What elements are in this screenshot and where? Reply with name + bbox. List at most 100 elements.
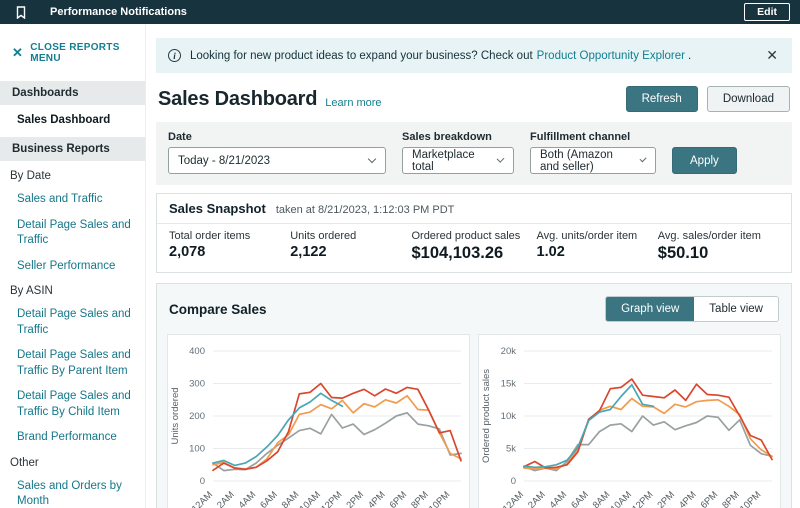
close-reports-menu-label: CLOSE REPORTS MENU: [30, 42, 135, 64]
sales-breakdown-select[interactable]: Marketplace total: [402, 147, 514, 174]
stat-value: $50.10: [658, 244, 779, 263]
graph-view-button[interactable]: Graph view: [606, 297, 694, 321]
sales-snapshot-card: Sales Snapshot taken at 8/21/2023, 1:12:…: [156, 193, 792, 273]
svg-text:10PM: 10PM: [738, 489, 763, 508]
stat-value: 2,122: [290, 244, 411, 260]
sidebar-item-dashboards: Dashboards: [0, 81, 145, 105]
svg-text:0: 0: [511, 476, 516, 487]
sidebar-item-sales-dashboard[interactable]: Sales Dashboard: [0, 108, 145, 134]
date-select[interactable]: Today - 8/21/2023: [168, 147, 386, 174]
sidebar-item-seller-performance[interactable]: Seller Performance: [0, 254, 145, 280]
sales-breakdown-label: Sales breakdown: [402, 131, 514, 143]
product-opportunity-explorer-link[interactable]: Product Opportunity Explorer: [537, 50, 685, 62]
svg-text:4PM: 4PM: [366, 489, 388, 508]
charts-row: 010020030040012AM2AM4AM6AM8AM10AM12PM2PM…: [157, 332, 791, 508]
svg-text:4PM: 4PM: [677, 489, 699, 508]
stat-ordered-product-sales: Ordered product sales$104,103.26: [411, 230, 536, 263]
stat-units-ordered: Units ordered 2,122: [290, 230, 411, 263]
stat-label: Avg. sales/order item: [658, 230, 779, 242]
svg-text:10AM: 10AM: [609, 489, 634, 508]
sales-snapshot-header: Sales Snapshot taken at 8/21/2023, 1:12:…: [157, 194, 791, 224]
sidebar-items: Dashboards Sales Dashboard Business Report…: [0, 81, 145, 508]
snapshot-timestamp: taken at 8/21/2023, 1:12:03 PM PDT: [276, 204, 455, 216]
svg-text:6AM: 6AM: [258, 489, 280, 508]
close-reports-menu-button[interactable]: ✕ CLOSE REPORTS MENU: [0, 40, 145, 78]
stat-avg-sales-order-item: Avg. sales/order item $50.10: [658, 230, 779, 263]
close-icon: ✕: [12, 48, 23, 58]
compare-sales-header: Compare Sales Graph view Table view: [157, 284, 791, 332]
svg-text:2AM: 2AM: [215, 489, 237, 508]
ordered-product-sales-chart: 05k10k15k20k12AM2AM4AM6AM8AM10AM12PM2PM4…: [479, 335, 780, 508]
sidebar-item-detail-page-sales-and-traffic[interactable]: Detail Page Sales and Traffic: [0, 213, 145, 254]
sidebar-item-detail-page-sales-and-traffic[interactable]: Detail Page Sales and Traffic: [0, 302, 145, 343]
table-view-button[interactable]: Table view: [694, 297, 778, 321]
refresh-button[interactable]: Refresh: [626, 86, 698, 112]
sidebar-item-sales-and-orders-by-month[interactable]: Sales and Orders by Month: [0, 474, 145, 508]
bookmark-icon: [16, 6, 26, 19]
svg-text:12AM: 12AM: [190, 489, 215, 508]
units-ordered-chart-panel: 010020030040012AM2AM4AM6AM8AM10AM12PM2PM…: [167, 334, 470, 508]
svg-text:100: 100: [189, 444, 205, 455]
series-orange: [213, 396, 461, 469]
chevron-down-icon: [639, 155, 646, 162]
svg-text:4AM: 4AM: [548, 489, 570, 508]
svg-text:Units ordered: Units ordered: [170, 387, 181, 444]
chevron-down-icon: [496, 155, 504, 163]
fulfillment-channel-select-value: Both (Amazon and seller): [540, 149, 631, 173]
sales-breakdown-select-value: Marketplace total: [412, 149, 488, 173]
svg-text:0: 0: [200, 476, 205, 487]
sales-snapshot-title: Sales Snapshot: [169, 201, 266, 216]
fulfillment-channel-label: Fulfillment channel: [530, 131, 656, 143]
apply-button[interactable]: Apply: [672, 147, 737, 174]
sidebar-item-by-date: By Date: [0, 164, 145, 187]
svg-text:4AM: 4AM: [237, 489, 259, 508]
topbar-title: Performance Notifications: [50, 6, 187, 18]
date-label: Date: [168, 131, 386, 143]
svg-text:10k: 10k: [501, 411, 517, 422]
stat-label: Total order items: [169, 230, 290, 242]
series-teal: [524, 385, 653, 468]
banner-text: Looking for new product ideas to expand …: [190, 50, 533, 62]
ordered-product-sales-chart-panel: 05k10k15k20k12AM2AM4AM6AM8AM10AM12PM2PM4…: [478, 334, 781, 508]
view-toggle: Graph view Table view: [605, 296, 779, 322]
fulfillment-channel-select[interactable]: Both (Amazon and seller): [530, 147, 656, 174]
sidebar-item-sales-and-traffic[interactable]: Sales and Traffic: [0, 187, 145, 213]
date-select-value: Today - 8/21/2023: [178, 155, 270, 167]
compare-sales-title: Compare Sales: [169, 302, 267, 317]
svg-text:6AM: 6AM: [569, 489, 591, 508]
sidebar-item-other: Other: [0, 451, 145, 474]
stat-value: 2,078: [169, 244, 290, 260]
svg-text:10AM: 10AM: [298, 489, 323, 508]
sidebar-item-detail-page-sales-and-traffic-by-child-item[interactable]: Detail Page Sales and Traffic By Child I…: [0, 384, 145, 425]
svg-text:300: 300: [189, 379, 205, 390]
stat-value: $104,103.26: [411, 244, 536, 263]
banner-close-icon[interactable]: ✕: [764, 47, 780, 64]
date-field: Date Today - 8/21/2023: [168, 131, 386, 174]
svg-text:10PM: 10PM: [427, 489, 452, 508]
sidebar-item-by-asin: By ASIN: [0, 279, 145, 302]
edit-button[interactable]: Edit: [744, 3, 790, 21]
sales-breakdown-field: Sales breakdown Marketplace total: [402, 131, 514, 174]
sidebar-item-brand-performance[interactable]: Brand Performance: [0, 425, 145, 451]
svg-text:20k: 20k: [501, 346, 517, 357]
download-button[interactable]: Download: [707, 86, 790, 112]
svg-text:6PM: 6PM: [699, 489, 721, 508]
stat-label: Units ordered: [290, 230, 411, 242]
stat-avg-units-order-item: Avg. units/order item1.02: [537, 230, 658, 263]
series-red: [213, 384, 461, 471]
learn-more-link[interactable]: Learn more: [325, 97, 381, 109]
svg-text:2PM: 2PM: [655, 489, 677, 508]
stat-total-order-items: Total order items 2,078: [169, 230, 290, 263]
snapshot-stats: Total order items 2,078Units ordered 2,122…: [157, 224, 791, 272]
svg-text:12PM: 12PM: [630, 489, 655, 508]
fulfillment-channel-field: Fulfillment channel Both (Amazon and sel…: [530, 131, 656, 174]
svg-text:6PM: 6PM: [388, 489, 410, 508]
svg-text:5k: 5k: [506, 444, 516, 455]
reports-sidebar: ✕ CLOSE REPORTS MENU Dashboards Sales Das…: [0, 24, 146, 508]
title-row: Sales Dashboard Learn more Refresh Downl…: [156, 73, 792, 122]
stat-label: Avg. units/order item: [537, 230, 658, 242]
sidebar-item-detail-page-sales-and-traffic-by-parent-item[interactable]: Detail Page Sales and Traffic By Parent …: [0, 343, 145, 384]
sidebar-item-business-reports: Business Reports: [0, 137, 145, 161]
svg-text:2PM: 2PM: [344, 489, 366, 508]
units-ordered-chart: 010020030040012AM2AM4AM6AM8AM10AM12PM2PM…: [168, 335, 469, 508]
